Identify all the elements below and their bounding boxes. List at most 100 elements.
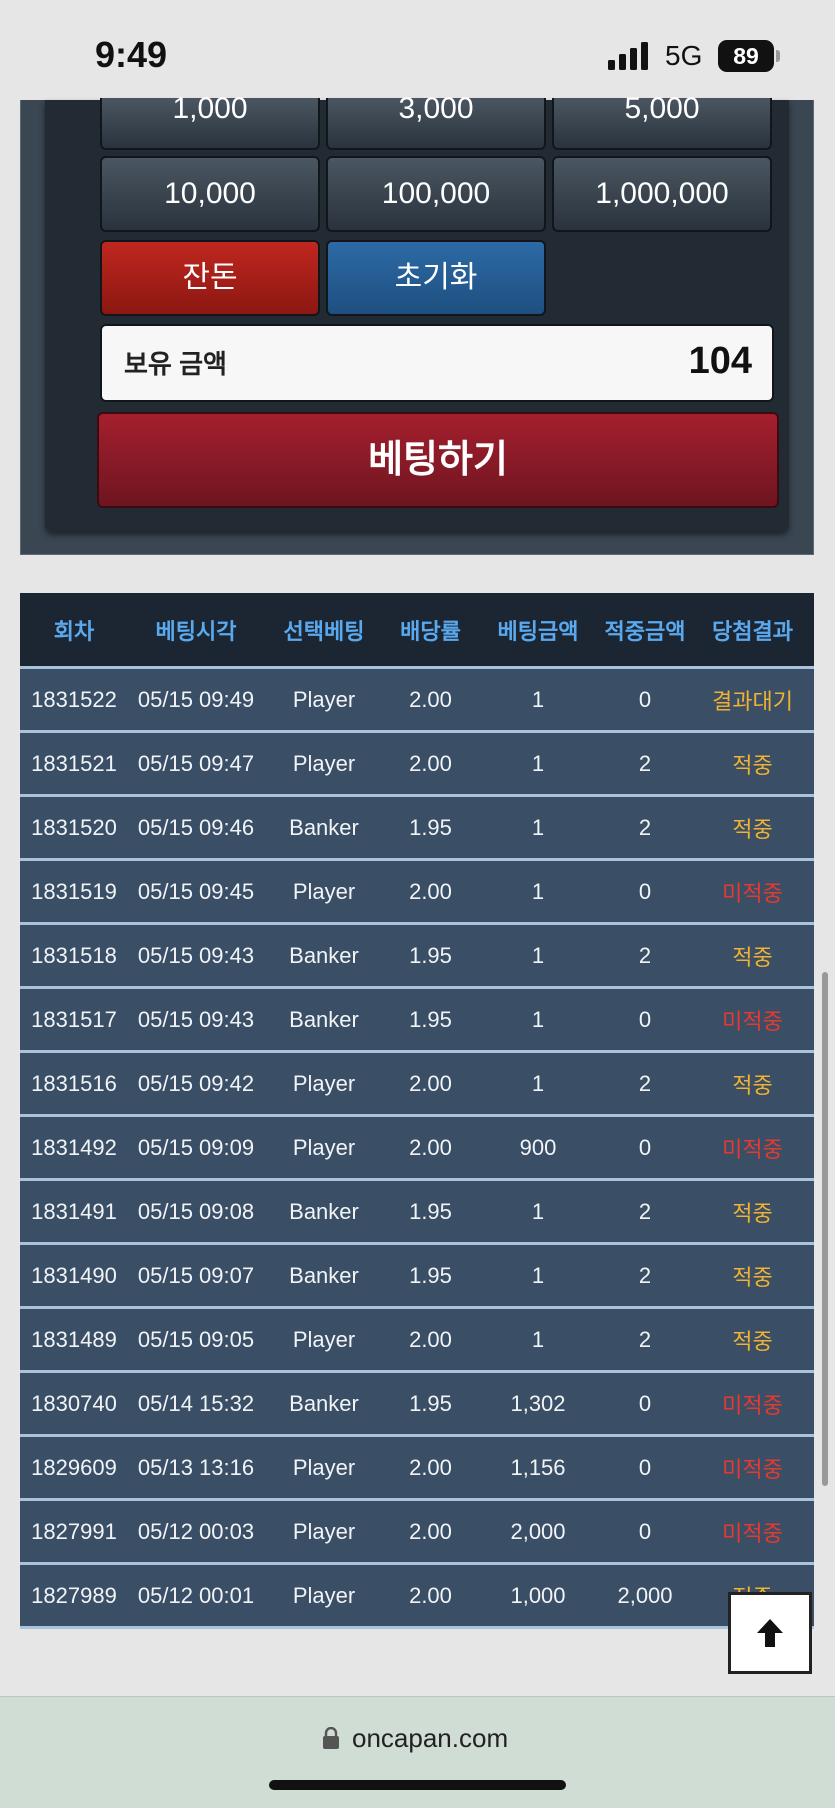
- row-selection: Banker: [289, 1262, 359, 1288]
- home-indicator[interactable]: [269, 1780, 566, 1790]
- row-result: 적중: [732, 1200, 773, 1226]
- bet-panel-frame: 1,000 3,000 5,000 10,000 100,000 1,000,0…: [20, 94, 814, 555]
- row-odds: 2.00: [409, 878, 452, 904]
- row-selection: Banker: [289, 942, 359, 968]
- row-bet-amount: 1,000: [510, 1582, 566, 1608]
- row-bet-amount: 1: [531, 1070, 545, 1096]
- table-row: 1831521 05/15 09:47 Player 2.00 1 2 적중: [20, 733, 814, 797]
- row-bet-time: 05/15 09:09: [137, 1134, 255, 1160]
- row-odds: 2.00: [409, 1582, 452, 1608]
- row-win-amount: 2: [638, 1262, 652, 1288]
- network-label: 5G: [665, 40, 703, 71]
- row-result: 미적중: [722, 880, 783, 906]
- chip-button-100000[interactable]: 100,000: [326, 156, 546, 232]
- row-bet-time: 05/14 15:32: [137, 1390, 255, 1416]
- row-win-amount: 2,000: [617, 1582, 673, 1608]
- row-win-amount: 2: [638, 814, 652, 840]
- row-round: 1831518: [31, 942, 117, 968]
- row-odds: 2.00: [409, 1070, 452, 1096]
- row-round: 1831489: [31, 1326, 117, 1352]
- table-row: 1831522 05/15 09:49 Player 2.00 1 0 결과대기: [20, 669, 814, 733]
- row-odds: 1.95: [409, 1198, 452, 1224]
- row-selection: Banker: [289, 1390, 359, 1416]
- status-bar: 9:49 5G 89: [0, 0, 835, 100]
- row-bet-time: 05/15 09:43: [137, 942, 255, 968]
- row-bet-time: 05/15 09:42: [137, 1070, 255, 1096]
- row-selection: Player: [292, 750, 356, 776]
- row-win-amount: 2: [638, 942, 652, 968]
- row-win-amount: 2: [638, 1070, 652, 1096]
- row-bet-amount: 1: [531, 1198, 545, 1224]
- table-row: 1831492 05/15 09:09 Player 2.00 900 0 미적중: [20, 1117, 814, 1181]
- row-round: 1831522: [31, 686, 117, 712]
- row-result: 결과대기: [712, 688, 793, 714]
- chip-button-1000000[interactable]: 1,000,000: [552, 156, 772, 232]
- row-bet-amount: 1: [531, 1326, 545, 1352]
- row-selection: Player: [292, 1518, 356, 1544]
- row-bet-amount: 1: [531, 686, 545, 712]
- table-body: 1831522 05/15 09:49 Player 2.00 1 0 결과대기 183152…: [20, 669, 814, 1629]
- bet-history-table: 회차 베팅시각 선택베팅 배당률 베팅금액 적중금액 당첨결과 1831522 0…: [20, 593, 814, 1629]
- table-row: 1827991 05/12 00:03 Player 2.00 2,000 0 미적중: [20, 1501, 814, 1565]
- row-result: 미적중: [722, 1136, 783, 1162]
- row-odds: 2.00: [409, 1454, 452, 1480]
- row-odds: 2.00: [409, 1134, 452, 1160]
- row-odds: 1.95: [409, 942, 452, 968]
- row-bet-amount: 1: [531, 814, 545, 840]
- row-bet-amount: 1: [531, 1006, 545, 1032]
- arrow-up-icon: [757, 1619, 783, 1647]
- reset-button[interactable]: 초기화: [326, 240, 546, 316]
- bet-panel: 1,000 3,000 5,000 10,000 100,000 1,000,0…: [45, 94, 789, 532]
- scrollbar[interactable]: [822, 972, 828, 1486]
- table-row: 1831490 05/15 09:07 Banker 1.95 1 2 적중: [20, 1245, 814, 1309]
- column-header-result: 당첨결과: [712, 618, 793, 644]
- table-header: 회차 베팅시각 선택베팅 배당률 베팅금액 적중금액 당첨결과: [20, 593, 814, 669]
- battery-level: 89: [718, 40, 774, 72]
- row-result: 미적중: [722, 1008, 783, 1034]
- row-odds: 2.00: [409, 750, 452, 776]
- row-bet-time: 05/12 00:03: [137, 1518, 255, 1544]
- battery-icon: 89: [718, 40, 780, 72]
- row-selection: Banker: [289, 1198, 359, 1224]
- row-selection: Banker: [289, 1006, 359, 1032]
- row-result: 미적중: [722, 1456, 783, 1482]
- row-bet-time: 05/12 00:01: [137, 1582, 255, 1608]
- chip-button-1000[interactable]: 1,000: [100, 94, 320, 150]
- row-selection: Player: [292, 686, 356, 712]
- row-odds: 2.00: [409, 686, 452, 712]
- row-round: 1830740: [31, 1390, 117, 1416]
- row-bet-time: 05/15 09:43: [137, 1006, 255, 1032]
- row-bet-time: 05/13 13:16: [137, 1454, 255, 1480]
- row-bet-amount: 1: [531, 1262, 545, 1288]
- browser-address-bar[interactable]: oncapan.com: [0, 1696, 835, 1808]
- signal-icon: [608, 42, 648, 70]
- row-win-amount: 0: [638, 686, 652, 712]
- table-row: 1831519 05/15 09:45 Player 2.00 1 0 미적중: [20, 861, 814, 925]
- row-round: 1831521: [31, 750, 117, 776]
- row-win-amount: 0: [638, 1134, 652, 1160]
- row-bet-amount: 900: [519, 1134, 557, 1160]
- row-round: 1827991: [31, 1518, 117, 1544]
- row-result: 미적중: [722, 1392, 783, 1418]
- row-selection: Banker: [289, 814, 359, 840]
- row-round: 1831520: [31, 814, 117, 840]
- chip-button-5000[interactable]: 5,000: [552, 94, 772, 150]
- table-row: 1831489 05/15 09:05 Player 2.00 1 2 적중: [20, 1309, 814, 1373]
- row-result: 적중: [732, 944, 773, 970]
- row-bet-amount: 1: [531, 878, 545, 904]
- chip-button-3000[interactable]: 3,000: [326, 94, 546, 150]
- table-row: 1831520 05/15 09:46 Banker 1.95 1 2 적중: [20, 797, 814, 861]
- row-selection: Player: [292, 1326, 356, 1352]
- place-bet-button[interactable]: 베팅하기: [97, 412, 779, 508]
- chip-button-10000[interactable]: 10,000: [100, 156, 320, 232]
- row-odds: 2.00: [409, 1326, 452, 1352]
- row-bet-time: 05/15 09:49: [137, 686, 255, 712]
- column-header-selection: 선택베팅: [283, 618, 365, 644]
- column-header-round: 회차: [53, 618, 95, 644]
- table-row: 1831516 05/15 09:42 Player 2.00 1 2 적중: [20, 1053, 814, 1117]
- row-bet-amount: 1,302: [510, 1390, 566, 1416]
- back-to-top-button[interactable]: [728, 1592, 812, 1674]
- column-header-win-amount: 적중금액: [604, 618, 686, 644]
- status-time: 9:49: [95, 34, 168, 75]
- change-button[interactable]: 잔돈: [100, 240, 320, 316]
